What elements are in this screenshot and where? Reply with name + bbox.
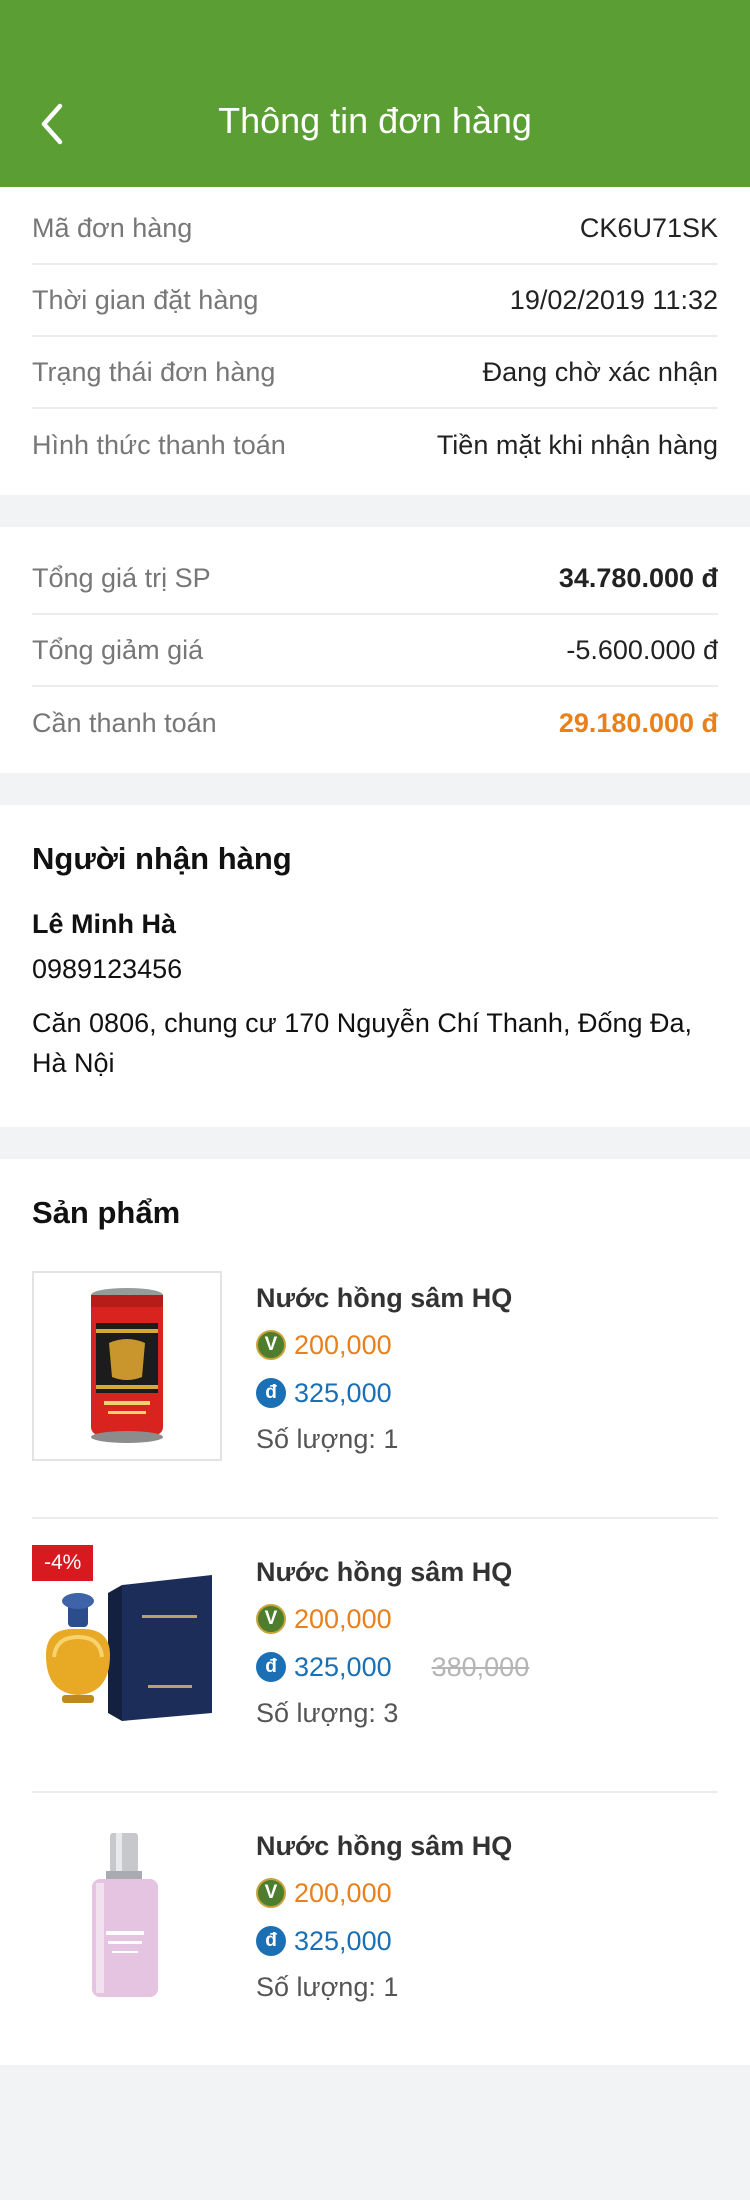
total-value: 34.780.000 đ	[558, 562, 718, 593]
order-time-row: Thời gian đặt hàng 19/02/2019 11:32	[32, 265, 718, 337]
points-price: V 200,000	[256, 1876, 512, 1910]
points-value: 200,000	[294, 1329, 392, 1360]
product-image[interactable]: -4%	[32, 1545, 222, 1735]
currency-icon: đ	[256, 1926, 286, 1956]
product-quantity: Số lượng: 1	[256, 1972, 399, 2002]
products-card: Sản phẩm Nước hồng sâm HQ V 200,000 đ 32…	[0, 1159, 750, 2065]
receiver-address: Căn 0806, chung cư 170 Nguyễn Chí Thanh,…	[32, 1008, 693, 1078]
order-code-value: CK6U71SK	[579, 212, 718, 243]
order-status-row: Trạng thái đơn hàng Đang chờ xác nhận	[32, 337, 718, 409]
to-pay-row: Cần thanh toán 29.180.000 đ	[32, 687, 718, 759]
product-quantity: Số lượng: 3	[256, 1698, 399, 1728]
to-pay-label: Cần thanh toán	[32, 707, 217, 738]
receiver-card: Người nhận hàng Lê Minh Hà 0989123456 Că…	[0, 805, 750, 1127]
cash-value: 325,000	[294, 1651, 392, 1682]
product-item[interactable]: -4% Nước hồng sâm HQ V 200,000 đ 325,000…	[32, 1545, 718, 1793]
product-name: Nước hồng sâm HQ	[256, 1557, 513, 1587]
payment-method-label: Hình thức thanh toán	[32, 429, 286, 460]
product-item[interactable]: Nước hồng sâm HQ V 200,000 đ 325,000 Số …	[32, 1271, 718, 1519]
discount-label: Tổng giảm giá	[32, 634, 204, 665]
points-price: V 200,000	[256, 1328, 512, 1362]
product-image[interactable]	[32, 1819, 222, 2009]
product-quantity: Số lượng: 1	[256, 1424, 399, 1454]
to-pay-value: 29.180.000 đ	[558, 707, 718, 738]
points-value: 200,000	[294, 1603, 392, 1634]
receiver-phone: 0989123456	[32, 954, 183, 984]
product-name: Nước hồng sâm HQ	[256, 1283, 513, 1313]
cash-value: 325,000	[294, 1377, 392, 1408]
order-code-label: Mã đơn hàng	[32, 212, 193, 243]
product-name: Nước hồng sâm HQ	[256, 1831, 513, 1861]
red-ginseng-can-image	[34, 1273, 220, 1459]
cash-value: 325,000	[294, 1925, 392, 1956]
order-summary-card: Tổng giá trị SP 34.780.000 đ Tổng giảm g…	[0, 527, 750, 773]
order-info-card: Mã đơn hàng CK6U71SK Thời gian đặt hàng …	[0, 187, 750, 495]
points-price: V 200,000	[256, 1602, 529, 1636]
receiver-title: Người nhận hàng	[32, 841, 292, 876]
app-header: Thông tin đơn hàng	[0, 0, 750, 187]
musc-ambre-perfume-image	[32, 1819, 222, 2009]
currency-icon: đ	[256, 1378, 286, 1408]
points-icon: V	[256, 1604, 286, 1634]
points-icon: V	[256, 1878, 286, 1908]
receiver-name: Lê Minh Hà	[32, 909, 177, 939]
product-item[interactable]: Nước hồng sâm HQ V 200,000 đ 325,000 Số …	[32, 1819, 718, 2057]
order-time-label: Thời gian đặt hàng	[32, 284, 259, 315]
payment-method-value: Tiền mặt khi nhận hàng	[436, 429, 718, 460]
product-info: Nước hồng sâm HQ V 200,000 đ 325,000 Số …	[256, 1819, 512, 2009]
order-code-row: Mã đơn hàng CK6U71SK	[32, 193, 718, 265]
payment-method-row: Hình thức thanh toán Tiền mặt khi nhận h…	[32, 409, 718, 481]
total-label: Tổng giá trị SP	[32, 562, 211, 593]
points-value: 200,000	[294, 1877, 392, 1908]
product-image[interactable]	[32, 1271, 222, 1461]
old-price: 380,000	[431, 1651, 530, 1682]
product-info: Nước hồng sâm HQ V 200,000 đ 325,000 380…	[256, 1545, 529, 1735]
cash-price: đ 325,000	[256, 1376, 512, 1410]
products-title: Sản phẩm	[32, 1195, 181, 1230]
page-title: Thông tin đơn hàng	[218, 100, 532, 141]
product-info: Nước hồng sâm HQ V 200,000 đ 325,000 Số …	[256, 1271, 512, 1461]
cash-price: đ 325,000 380,000	[256, 1650, 529, 1684]
discount-row: Tổng giảm giá -5.600.000 đ	[32, 615, 718, 687]
total-row: Tổng giá trị SP 34.780.000 đ	[32, 543, 718, 615]
order-status-label: Trạng thái đơn hàng	[32, 356, 276, 387]
discount-value: -5.600.000 đ	[566, 634, 718, 665]
order-time-value: 19/02/2019 11:32	[509, 284, 718, 315]
cash-price: đ 325,000	[256, 1924, 512, 1958]
currency-icon: đ	[256, 1652, 286, 1682]
points-icon: V	[256, 1330, 286, 1360]
discount-badge: -4%	[32, 1545, 94, 1581]
order-status-value: Đang chờ xác nhận	[482, 356, 718, 387]
